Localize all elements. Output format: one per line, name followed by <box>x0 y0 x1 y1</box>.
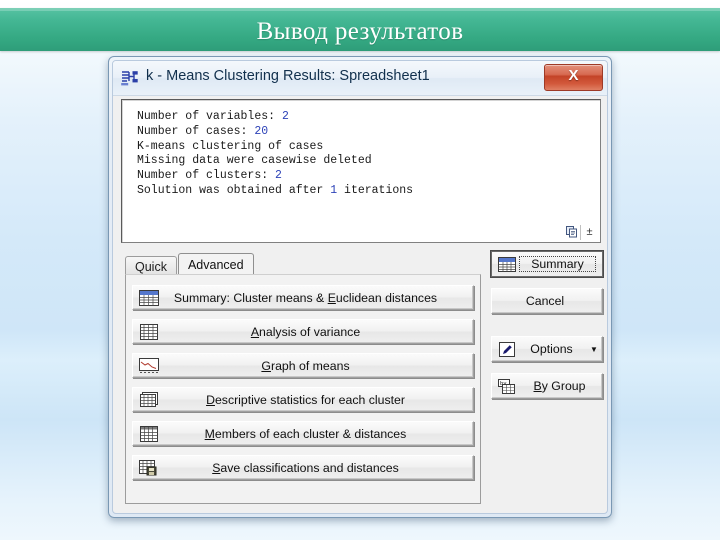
summary-cluster-means-label: Summary: Cluster means & Euclidean dista… <box>173 290 438 305</box>
result-line: Number of variables: 2 <box>137 110 289 123</box>
result-line: Missing data were casewise deleted <box>137 154 372 168</box>
summary-spreadsheet-icon <box>496 256 517 273</box>
options-wrench-icon <box>496 341 517 358</box>
descriptive-statistics-button[interactable]: Descriptive statistics for each cluster <box>132 387 474 412</box>
by-group-button[interactable]: by By Group <box>491 373 603 399</box>
kmeans-results-dialog: k - Means Clustering Results: Spreadshee… <box>108 56 612 518</box>
result-line: Number of cases: 20 <box>137 124 269 138</box>
tab-advanced[interactable]: Advanced <box>177 253 254 275</box>
descriptive-statistics-label: Descriptive statistics for each cluster <box>206 392 405 407</box>
chevron-down-icon: ▼ <box>590 344 598 354</box>
result-line: Number of clusters: 2 <box>137 169 282 183</box>
results-text-panel[interactable]: Number of variables: 2 Number of cases: … <box>121 99 601 243</box>
graph-of-means-label: Graph of means <box>261 358 350 373</box>
slide-canvas: Вывод результатов k - Means Clustering R… <box>0 0 720 540</box>
close-button[interactable]: X <box>544 64 603 91</box>
options-button-label: Options <box>530 342 573 356</box>
analysis-of-variance-label: Analysis of variance <box>250 324 361 339</box>
results-text: Number of variables: 2 Number of cases: … <box>137 110 413 199</box>
tab-quick[interactable]: Quick <box>125 256 177 275</box>
dialog-titlebar[interactable]: k - Means Clustering Results: Spreadshee… <box>113 61 607 96</box>
dialog-inner-frame: k - Means Clustering Results: Spreadshee… <box>112 60 608 514</box>
summary-spreadsheet-icon <box>138 289 160 306</box>
grid-icon <box>138 323 160 340</box>
tab-strip: Quick Advanced <box>125 253 255 275</box>
side-button-column: Summary Cancel Options ▼ By Group <box>491 251 603 410</box>
result-line: K-means clustering of cases <box>137 139 324 153</box>
action-button-list: Summary: Cluster means & Euclidean dista… <box>132 285 474 489</box>
members-of-cluster-label: Members of each cluster & distances <box>204 426 407 441</box>
slide-header-band: Вывод результатов <box>0 8 720 51</box>
copy-icon[interactable] <box>563 225 580 240</box>
side-button-spacer <box>491 325 603 336</box>
summary-cluster-means-button[interactable]: Summary: Cluster means & Euclidean dista… <box>132 285 474 310</box>
by-group-icon: by <box>496 378 517 395</box>
save-classifications-label: Save classifications and distances <box>212 460 399 475</box>
summary-button-label: Summary <box>519 256 596 272</box>
close-icon: X <box>568 67 579 84</box>
analysis-of-variance-button[interactable]: Analysis of variance <box>132 319 474 344</box>
by-group-button-label: By Group <box>533 379 586 393</box>
result-line: Solution was obtained after 1 iterations <box>137 183 414 197</box>
save-grid-icon <box>138 459 160 476</box>
cluster-tree-icon <box>120 68 140 88</box>
graph-of-means-button[interactable]: Graph of means <box>132 353 474 378</box>
line-chart-icon <box>138 357 160 374</box>
output-toolbar: ± <box>563 224 598 240</box>
plus-minus-glyph: ± <box>586 226 593 238</box>
cancel-button[interactable]: Cancel <box>491 288 603 314</box>
members-of-cluster-button[interactable]: Members of each cluster & distances <box>132 421 474 446</box>
cancel-button-label: Cancel <box>525 294 565 308</box>
stacked-grid-icon <box>138 391 160 408</box>
page-title: Вывод результатов <box>256 18 464 45</box>
save-classifications-button[interactable]: Save classifications and distances <box>132 455 474 480</box>
dialog-title: k - Means Clustering Results: Spreadshee… <box>146 68 430 84</box>
options-button[interactable]: Options ▼ <box>491 336 603 362</box>
summary-button[interactable]: Summary <box>491 251 603 277</box>
plus-minus-icon[interactable]: ± <box>580 224 598 240</box>
members-grid-icon <box>138 425 160 442</box>
